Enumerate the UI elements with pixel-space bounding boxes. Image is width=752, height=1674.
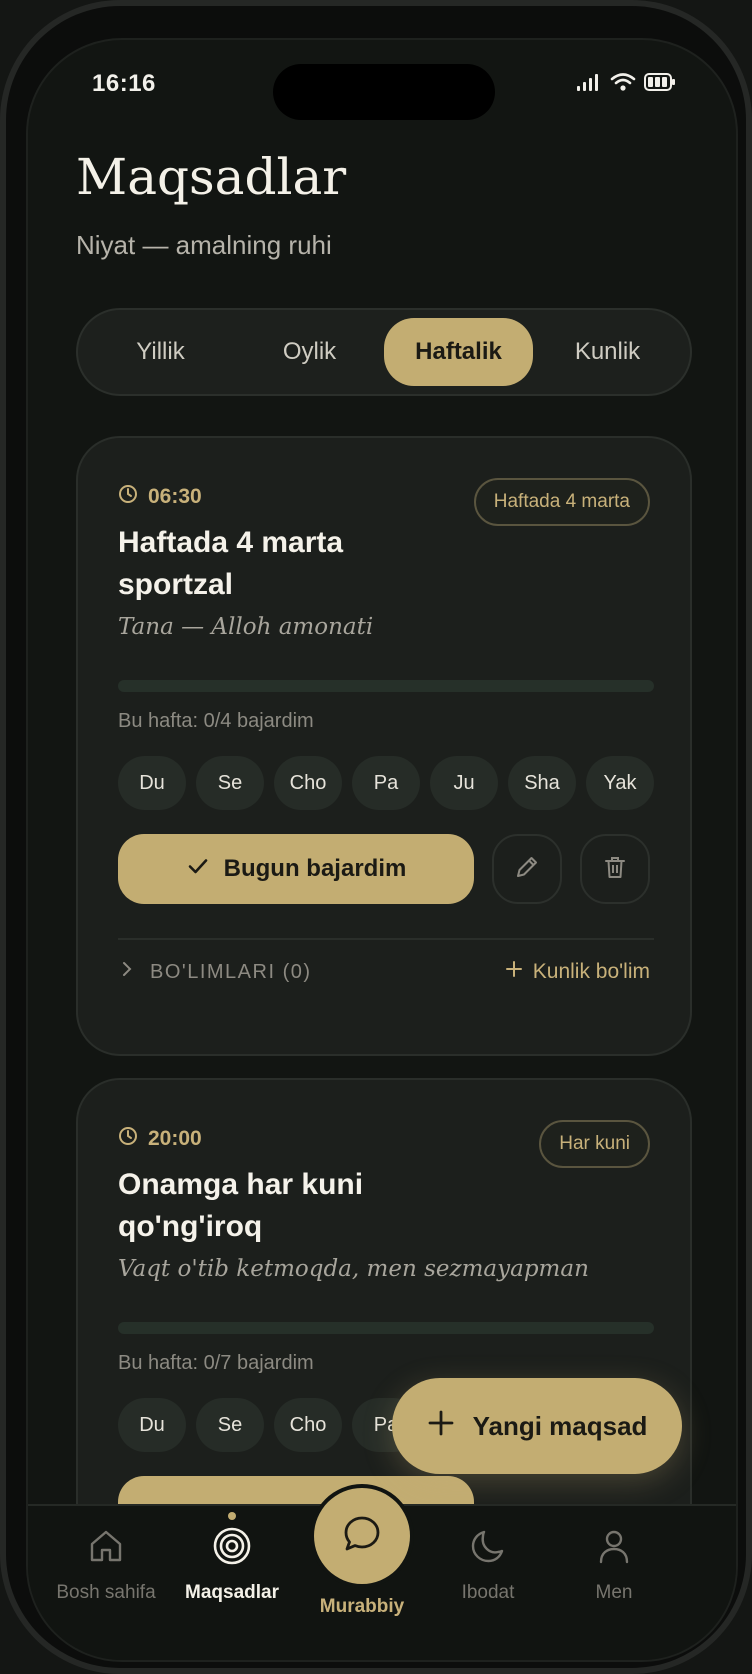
add-daily-section-button[interactable]: Kunlik bo'lim bbox=[505, 944, 650, 1000]
tab-monthly[interactable]: Oylik bbox=[235, 318, 384, 386]
weekday-selector: Du Se Cho Pa Ju Sha Yak bbox=[118, 756, 654, 810]
user-icon bbox=[594, 1526, 634, 1572]
chevron-right-icon bbox=[118, 960, 136, 984]
goal-title: Haftada 4 marta sportzal bbox=[118, 526, 344, 601]
day-chip-wed[interactable]: Cho bbox=[274, 756, 342, 810]
goal-time-text: 06:30 bbox=[148, 485, 202, 508]
mark-done-label: Bugun bajardim bbox=[223, 855, 407, 882]
goal-progress-bar bbox=[118, 1322, 654, 1334]
plus-icon bbox=[505, 960, 523, 984]
goal-card: 06:30 Haftada 4 marta Haftada 4 marta sp… bbox=[76, 436, 692, 1056]
day-chip-mon[interactable]: Du bbox=[118, 756, 186, 810]
active-indicator-dot bbox=[228, 1512, 236, 1520]
nav-label-profile: Men bbox=[595, 1582, 633, 1603]
page-title: Maqsadlar bbox=[76, 148, 347, 206]
day-chip-sat[interactable]: Sha bbox=[508, 756, 576, 810]
goal-progress-bar bbox=[118, 680, 654, 692]
nav-item-coach[interactable] bbox=[314, 1488, 410, 1584]
signal-icon bbox=[576, 72, 602, 97]
dynamic-island bbox=[273, 64, 495, 120]
battery-icon bbox=[644, 72, 676, 97]
frequency-badge: Har kuni bbox=[539, 1120, 650, 1168]
nav-item-home[interactable]: Bosh sahifa bbox=[36, 1526, 176, 1604]
home-icon bbox=[86, 1526, 126, 1572]
trash-icon bbox=[601, 853, 629, 886]
edit-button[interactable] bbox=[492, 834, 562, 904]
add-section-label: Kunlik bo'lim bbox=[532, 960, 650, 983]
delete-button[interactable] bbox=[580, 834, 650, 904]
bottom-navigation: Bosh sahifa Maqsadlar Murabbiy Ibodat Me… bbox=[28, 1488, 736, 1660]
goal-quote: Vaqt o'tib ketmoqda, men sezmayapman bbox=[118, 1256, 589, 1282]
day-chip-tue[interactable]: Se bbox=[196, 756, 264, 810]
sections-label: BO'LIMLARI (0) bbox=[150, 960, 312, 983]
target-icon bbox=[212, 1526, 252, 1572]
goal-quote: Tana — Alloh amonati bbox=[118, 614, 374, 640]
period-tabs: Yillik Oylik Haftalik Kunlik bbox=[76, 308, 692, 396]
status-time: 16:16 bbox=[92, 70, 156, 97]
page-subtitle: Niyat — amalning ruhi bbox=[76, 230, 332, 260]
goal-time: 20:00 bbox=[118, 1126, 202, 1152]
plus-icon bbox=[427, 1409, 455, 1444]
mark-done-button[interactable]: Bugun bajardim bbox=[118, 834, 474, 904]
frequency-badge: Haftada 4 marta bbox=[473, 478, 650, 526]
day-chip-tue[interactable]: Se bbox=[196, 1398, 264, 1452]
goal-time: 06:30 bbox=[118, 484, 202, 510]
nav-item-profile[interactable]: Men bbox=[544, 1526, 684, 1604]
moon-icon bbox=[468, 1526, 508, 1572]
new-goal-button[interactable]: Yangi maqsad bbox=[392, 1378, 682, 1474]
goal-actions: Bugun bajardim bbox=[118, 834, 654, 904]
tab-yearly[interactable]: Yillik bbox=[86, 318, 235, 386]
card-divider bbox=[118, 938, 654, 940]
status-icons bbox=[576, 72, 676, 97]
week-progress-text: Bu hafta: 0/7 bajardim bbox=[118, 1352, 314, 1374]
goal-time-text: 20:00 bbox=[148, 1127, 202, 1150]
check-icon bbox=[186, 854, 210, 885]
nav-label-home: Bosh sahifa bbox=[56, 1582, 156, 1603]
nav-item-goals[interactable]: Maqsadlar bbox=[162, 1512, 302, 1604]
day-chip-thu[interactable]: Pa bbox=[352, 756, 420, 810]
phone-bezel: 16:16 Maqsadlar Niyat — amalning ruhi Yi… bbox=[6, 6, 746, 1668]
pencil-icon bbox=[513, 853, 541, 886]
nav-label-goals: Maqsadlar bbox=[185, 1582, 279, 1603]
screen: 16:16 Maqsadlar Niyat — amalning ruhi Yi… bbox=[26, 38, 738, 1662]
wifi-icon bbox=[610, 72, 636, 97]
nav-label-worship: Ibodat bbox=[461, 1582, 515, 1603]
tab-daily[interactable]: Kunlik bbox=[533, 318, 682, 386]
day-chip-fri[interactable]: Ju bbox=[430, 756, 498, 810]
clock-icon bbox=[118, 484, 138, 510]
day-chip-mon[interactable]: Du bbox=[118, 1398, 186, 1452]
phone-frame: 16:16 Maqsadlar Niyat — amalning ruhi Yi… bbox=[0, 0, 752, 1674]
goal-title: Onamga har kuni qo'ng'iroq bbox=[118, 1168, 364, 1243]
nav-label-coach: Murabbiy bbox=[319, 1596, 405, 1617]
new-goal-label: Yangi maqsad bbox=[472, 1410, 648, 1441]
nav-item-worship[interactable]: Ibodat bbox=[418, 1526, 558, 1604]
day-chip-sun[interactable]: Yak bbox=[586, 756, 654, 810]
clock-icon bbox=[118, 1126, 138, 1152]
tab-weekly[interactable]: Haftalik bbox=[384, 318, 533, 386]
chat-bubble-icon bbox=[340, 1512, 384, 1561]
week-progress-text: Bu hafta: 0/4 bajardim bbox=[118, 710, 314, 732]
sections-toggle[interactable]: BO'LIMLARI (0) bbox=[118, 944, 312, 1000]
day-chip-wed[interactable]: Cho bbox=[274, 1398, 342, 1452]
